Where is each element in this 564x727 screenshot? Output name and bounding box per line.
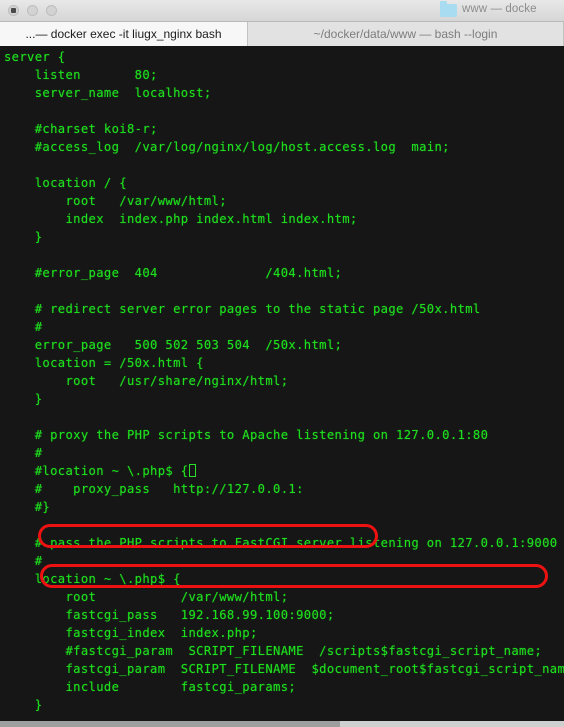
terminal-line: location ~ \.php$ { (4, 572, 181, 586)
terminal-line: root /usr/share/nginx/html; (4, 374, 289, 388)
tab-bash-login[interactable]: ~/docker/data/www — bash --login (248, 22, 564, 46)
block-cursor (188, 464, 196, 477)
tab-docker-exec[interactable]: ...— docker exec -it liugx_nginx bash (0, 22, 248, 46)
terminal-line: # proxy_pass http://127.0.0.1: (4, 482, 304, 496)
terminal-text: server { listen 80; server_name localhos… (4, 48, 564, 721)
terminal-line: # proxy the PHP scripts to Apache listen… (4, 428, 489, 442)
window-titlebar: www — docke (0, 0, 564, 22)
terminal-line: root /var/www/html; (4, 590, 289, 604)
terminal-window: www — docke ...— docker exec -it liugx_n… (0, 0, 564, 727)
terminal-line: location = /50x.html { (4, 356, 204, 370)
terminal-line: #error_page 404 /404.html; (4, 266, 343, 280)
terminal-line: location / { (4, 176, 127, 190)
terminal-line: # (4, 320, 43, 334)
terminal-line: #} (4, 500, 51, 514)
terminal-line: listen 80; (4, 68, 158, 82)
terminal-line: fastcgi_index index.php; (4, 626, 258, 640)
minimize-button[interactable] (27, 5, 38, 16)
terminal-line: include fastcgi_params; (4, 680, 297, 694)
terminal-line: # pass the PHP scripts to FastCGI server… (4, 536, 558, 550)
scrollbar-thumb[interactable] (0, 721, 340, 727)
horizontal-scrollbar[interactable] (0, 721, 564, 727)
folder-icon (440, 1, 457, 17)
terminal-line: server_name localhost; (4, 86, 212, 100)
terminal-line: fastcgi_pass 192.168.99.100:9000; (4, 608, 335, 622)
tab-bar: ...— docker exec -it liugx_nginx bash ~/… (0, 22, 564, 46)
zoom-button[interactable] (46, 5, 57, 16)
terminal-line: index index.php index.html index.htm; (4, 212, 358, 226)
terminal-line: #location ~ \.php$ { (4, 462, 564, 480)
close-button[interactable] (8, 5, 19, 16)
terminal-line: #charset koi8-r; (4, 122, 158, 136)
terminal-line: } (4, 230, 43, 244)
terminal-line: # (4, 446, 43, 460)
terminal-line: #fastcgi_param SCRIPT_FILENAME /scripts$… (4, 644, 543, 658)
window-controls (8, 5, 57, 16)
window-title: www — docke (462, 3, 537, 15)
terminal-line: } (4, 392, 43, 406)
terminal-line: server { (4, 50, 66, 64)
terminal-body[interactable]: server { listen 80; server_name localhos… (0, 46, 564, 721)
terminal-line: fastcgi_param SCRIPT_FILENAME $document_… (4, 662, 564, 676)
terminal-line: root /var/www/html; (4, 194, 227, 208)
terminal-line: # (4, 554, 43, 568)
terminal-line: # redirect server error pages to the sta… (4, 302, 481, 316)
terminal-line: #access_log /var/log/nginx/log/host.acce… (4, 140, 450, 154)
terminal-line: error_page 500 502 503 504 /50x.html; (4, 338, 343, 352)
terminal-line: } (4, 698, 43, 712)
